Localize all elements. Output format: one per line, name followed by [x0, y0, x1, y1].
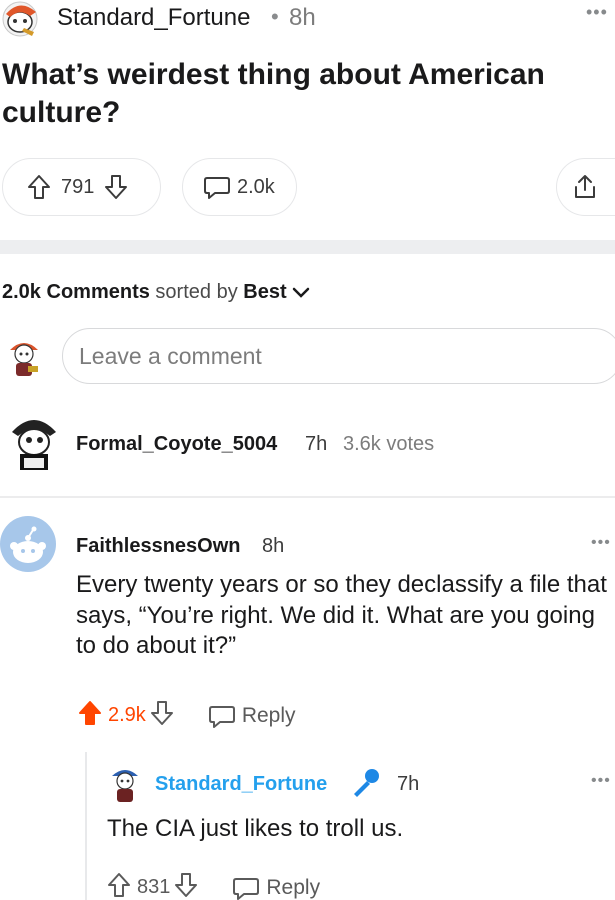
- commenter-avatar[interactable]: [4, 412, 64, 474]
- post-author-name[interactable]: Standard_Fortune: [57, 4, 250, 32]
- comment-votes: 3.6k votes: [343, 433, 435, 455]
- comment-author[interactable]: FaithlessnesOwn: [76, 535, 241, 558]
- comment-bubble-icon: [203, 174, 231, 200]
- comment-bubble-icon: [208, 705, 235, 728]
- share-button[interactable]: [556, 158, 615, 216]
- comment-count: 2.0k: [237, 175, 275, 198]
- comments-count: 2.0k: [2, 281, 41, 303]
- downvote-icon[interactable]: [174, 872, 198, 900]
- microphone-icon: [348, 766, 382, 800]
- separator-dot: •: [271, 4, 279, 29]
- thread-line[interactable]: [85, 752, 87, 900]
- reply-author-avatar[interactable]: [108, 766, 142, 804]
- post-score: 791: [61, 175, 95, 198]
- comment-more-icon[interactable]: •••: [591, 534, 611, 552]
- comment-placeholder: Leave a comment: [79, 342, 262, 369]
- comment-timestamp: 7h: [305, 433, 328, 455]
- comment-author[interactable]: Formal_Coyote_5004: [76, 433, 277, 456]
- comment-body: Every twenty years or so they declassify…: [76, 571, 607, 659]
- reply-more-icon[interactable]: •••: [591, 772, 611, 790]
- comments-label: Comments: [46, 281, 150, 303]
- chevron-down-icon[interactable]: [292, 281, 310, 303]
- upvote-icon[interactable]: [78, 700, 102, 731]
- reply-button[interactable]: Reply: [208, 703, 296, 729]
- user-avatar: [6, 336, 42, 380]
- comments-button[interactable]: 2.0k: [182, 158, 297, 216]
- comment-score: 2.9k: [108, 704, 146, 726]
- author-avatar[interactable]: [0, 0, 46, 38]
- section-divider: [0, 240, 615, 254]
- comment-timestamp: 8h: [262, 535, 285, 557]
- reply-label: Reply: [266, 875, 321, 899]
- share-icon: [571, 173, 599, 201]
- downvote-icon[interactable]: [150, 700, 174, 731]
- reply-body: The CIA just likes to troll us.: [107, 815, 404, 842]
- commenter-avatar[interactable]: [0, 516, 56, 572]
- reply-actions: 831 Reply: [107, 872, 320, 900]
- comment-bubble-icon: [233, 877, 260, 900]
- downvote-icon[interactable]: [104, 174, 128, 200]
- post-timestamp: 8h: [289, 4, 316, 31]
- comments-sort-bar[interactable]: 2.0k Comments sorted by Best: [2, 281, 310, 304]
- comment-actions: 2.9k Reply: [78, 700, 296, 731]
- upvote-icon[interactable]: [27, 174, 51, 200]
- reply-label: Reply: [241, 703, 296, 727]
- leave-comment-input[interactable]: Leave a comment: [62, 328, 615, 384]
- sorted-by-label: sorted by: [155, 281, 238, 303]
- sort-value[interactable]: Best: [243, 281, 286, 303]
- upvote-icon[interactable]: [107, 872, 131, 900]
- reply-score: 831: [137, 876, 171, 898]
- post-more-icon[interactable]: •••: [586, 2, 608, 23]
- vote-control: 791: [2, 158, 161, 216]
- reply-timestamp: 7h: [397, 773, 420, 795]
- comment-divider: [0, 496, 615, 498]
- reply-author[interactable]: Standard_Fortune: [155, 773, 327, 796]
- reply-button[interactable]: Reply: [232, 875, 320, 900]
- post-title: What’s weirdest thing about American cul…: [2, 58, 545, 129]
